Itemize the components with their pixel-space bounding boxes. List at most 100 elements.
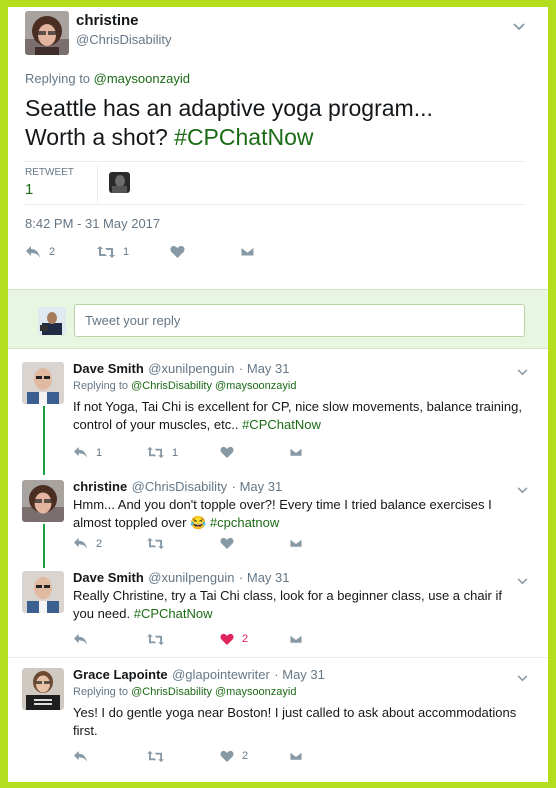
- reply-text-line2: control of your muscles, etc..: [73, 417, 243, 432]
- chevron-down-icon[interactable]: [517, 670, 528, 685]
- divider: [25, 204, 525, 205]
- divider: [97, 165, 98, 203]
- tweet-thread-panel: christine @ChrisDisability Replying to @…: [8, 7, 548, 782]
- reply-button[interactable]: [73, 633, 88, 646]
- main-tweet-line2: Worth a shot?: [25, 124, 175, 150]
- retweet-button[interactable]: [147, 633, 164, 646]
- replying-prefix: Replying to: [73, 380, 132, 392]
- dave-smith-avatar[interactable]: [22, 571, 64, 613]
- reply-actions: 2: [73, 750, 373, 770]
- reply-text-line2: you need.: [73, 606, 134, 621]
- reply-header: Grace Lapointe @glapointewriter · May 31: [73, 666, 325, 684]
- retweeter-avatar[interactable]: [109, 172, 130, 193]
- direct-message-button[interactable]: [289, 537, 303, 549]
- reply-author-name[interactable]: Dave Smith: [73, 361, 144, 376]
- reply-arrow-icon: [26, 246, 40, 258]
- reply-author-handle[interactable]: @ChrisDisability: [132, 479, 228, 494]
- reply-author-handle[interactable]: @xunilpenguin: [148, 570, 234, 585]
- reply-button[interactable]: 1: [73, 446, 102, 459]
- like-button[interactable]: 2: [220, 633, 248, 645]
- reply-arrow-icon: [74, 750, 87, 763]
- like-button[interactable]: [220, 446, 234, 458]
- direct-message-button[interactable]: [289, 633, 303, 645]
- like-button[interactable]: 2: [220, 750, 248, 762]
- reply-time[interactable]: · May 31: [239, 361, 290, 376]
- reply-hashtag[interactable]: #cpchatnow: [210, 515, 279, 530]
- retweet-stat-label: RETWEET: [25, 167, 74, 178]
- chevron-down-icon[interactable]: [517, 482, 528, 497]
- like-button[interactable]: [220, 537, 234, 549]
- retweet-button[interactable]: 1: [97, 245, 129, 259]
- divider: [25, 161, 525, 162]
- chevron-down-icon[interactable]: [513, 19, 525, 34]
- direct-message-button[interactable]: [289, 750, 303, 762]
- reply-actions: 2: [73, 537, 373, 557]
- direct-message-button[interactable]: [289, 446, 303, 458]
- heart-icon: [220, 446, 234, 458]
- reply-time[interactable]: · May 31: [239, 570, 290, 585]
- retweet-button[interactable]: 1: [147, 446, 178, 459]
- reply-author-name[interactable]: Dave Smith: [73, 570, 144, 585]
- main-author-handle[interactable]: @ChrisDisability: [76, 32, 172, 47]
- reply-button[interactable]: 2: [25, 245, 55, 259]
- reply-button[interactable]: 2: [73, 537, 102, 550]
- reply-input[interactable]: Tweet your reply: [74, 304, 525, 337]
- retweet-button[interactable]: [147, 750, 164, 763]
- replying-to-link[interactable]: @maysoonzayid: [94, 71, 190, 86]
- heart-icon: [220, 537, 234, 549]
- envelope-icon: [289, 447, 303, 457]
- reply-arrow-icon: [74, 633, 87, 646]
- main-author-name[interactable]: christine: [76, 12, 139, 29]
- retweet-stat-count: 1: [25, 181, 34, 198]
- reply-count: 1: [96, 446, 103, 459]
- chevron-down-icon[interactable]: [517, 573, 528, 588]
- reply-author-handle[interactable]: @xunilpenguin: [148, 361, 234, 376]
- main-author-avatar[interactable]: [25, 11, 69, 55]
- heart-icon: [170, 246, 185, 258]
- reply-time[interactable]: · May 31: [274, 667, 325, 682]
- reply-author-name[interactable]: Grace Lapointe: [73, 667, 168, 682]
- retweet-icon: [147, 633, 164, 646]
- reply-author-name[interactable]: christine: [73, 479, 127, 494]
- retweet-stat[interactable]: RETWEET 1: [25, 167, 74, 198]
- reply-button[interactable]: [73, 750, 88, 763]
- reply-arrow-icon: [74, 446, 87, 459]
- envelope-icon: [240, 246, 255, 257]
- reply-replying-to: Replying to @ChrisDisability @maysoonzay…: [73, 380, 296, 392]
- divider: [8, 657, 548, 658]
- reply-time[interactable]: · May 31: [232, 479, 283, 494]
- reply-header: christine @ChrisDisability · May 31: [73, 478, 282, 496]
- retweet-icon: [147, 446, 164, 459]
- reply-text: Yes! I do gentle yoga near Boston! I jus…: [73, 704, 543, 740]
- chevron-down-icon[interactable]: [517, 364, 528, 379]
- main-tweet-actions: 2 1: [25, 245, 325, 265]
- like-count: 2: [242, 750, 249, 762]
- main-tweet-hashtag[interactable]: #CPChatNow: [174, 124, 313, 150]
- reply-text-line2: first.: [73, 723, 98, 738]
- dave-smith-avatar[interactable]: [22, 362, 64, 404]
- reply-hashtag[interactable]: #CPChatNow: [242, 417, 321, 432]
- retweet-count: 1: [172, 446, 179, 459]
- replying-prefix: Replying to: [25, 71, 94, 86]
- reply-hashtag[interactable]: #CPChatNow: [134, 606, 213, 621]
- heart-icon: [220, 750, 234, 762]
- retweet-count: 1: [123, 246, 130, 258]
- direct-message-button[interactable]: [240, 245, 255, 258]
- reply-text: If not Yoga, Tai Chi is excellent for CP…: [73, 398, 543, 434]
- retweet-button[interactable]: [147, 537, 164, 550]
- reply-author-handle[interactable]: @glapointewriter: [172, 667, 270, 682]
- envelope-icon: [289, 634, 303, 644]
- current-user-avatar: [38, 307, 66, 335]
- like-button[interactable]: [170, 245, 185, 258]
- replying-to-link[interactable]: @ChrisDisability @maysoonzayid: [131, 686, 296, 698]
- conversation-thread-line: [43, 406, 45, 475]
- retweet-icon: [147, 537, 164, 550]
- main-timestamp[interactable]: 8:42 PM - 31 May 2017: [25, 216, 160, 231]
- reply-text-line1: Really Christine, try a Tai Chi class, l…: [73, 588, 502, 603]
- reply-header: Dave Smith @xunilpenguin · May 31: [73, 569, 290, 587]
- christine-avatar[interactable]: [22, 480, 64, 522]
- reply-composer: Tweet your reply: [8, 289, 548, 349]
- reply-count: 2: [96, 537, 103, 550]
- grace-lapointe-avatar[interactable]: [22, 668, 64, 710]
- replying-to-link[interactable]: @ChrisDisability @maysoonzayid: [131, 380, 296, 392]
